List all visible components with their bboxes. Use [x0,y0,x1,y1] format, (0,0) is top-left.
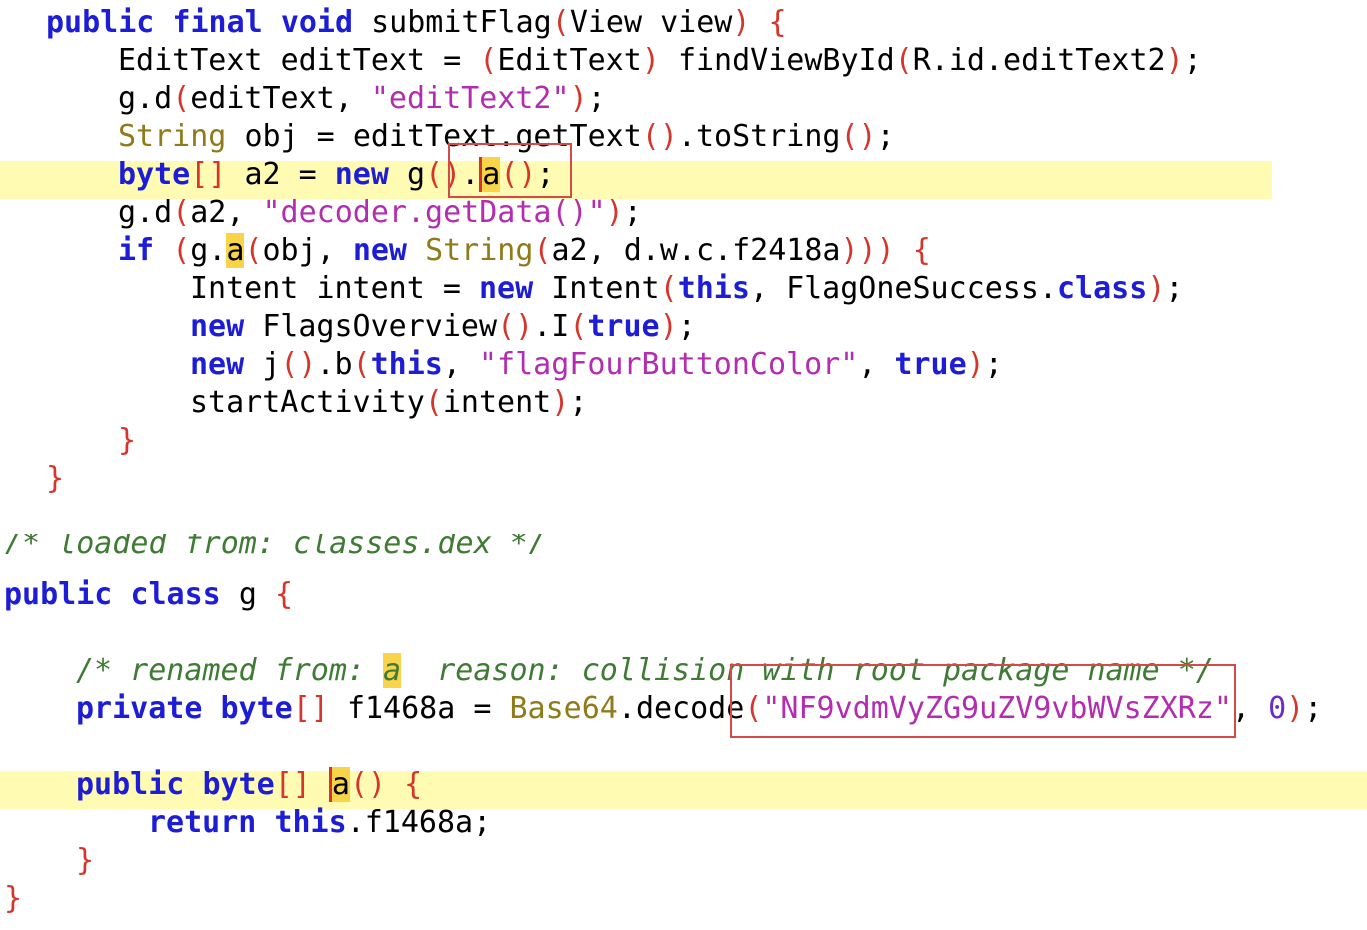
return-statement: return this.f1468a; [148,805,492,840]
code-line-start-activity: startActivity(intent); [190,385,588,420]
class-close-brace: } [4,881,23,916]
method-a-declaration: public byte[] a() { [76,767,423,802]
code-line-log-decoder: g.d(a2, "decoder.getData()"); [118,195,642,230]
code-line-button-color: new j().b(this, "flagFourButtonColor", t… [190,347,1003,382]
if-close-brace: } [118,423,137,458]
annotation-box-base64 [730,664,1236,738]
annotation-box-call [448,143,572,198]
code-line-flags-overview: new FlagsOverview().I(true); [190,309,696,344]
class-declaration: public class g { [4,577,293,612]
selected-method-a-def[interactable]: a [328,767,350,802]
method-close-brace: } [76,843,95,878]
code-line-edittext: EditText editText = (EditText) findViewB… [118,43,1202,78]
method-close-brace: } [46,461,65,496]
code-line-if: if (g.a(obj, new String(a2, d.w.c.f2418a… [118,233,931,268]
method-signature: public final void submitFlag(View view) … [46,5,787,40]
code-line-log-edittext: g.d(editText, "editText2"); [118,81,606,116]
partial-comment: /* loaded from: classes.dex */ [4,534,546,554]
code-line-intent: Intent intent = new Intent(this, FlagOne… [190,271,1184,306]
code-panel-submit-flag: public final void submitFlag(View view) … [0,0,1367,505]
code-panel-class-g: /* loaded from: classes.dex */ public cl… [0,534,1367,930]
